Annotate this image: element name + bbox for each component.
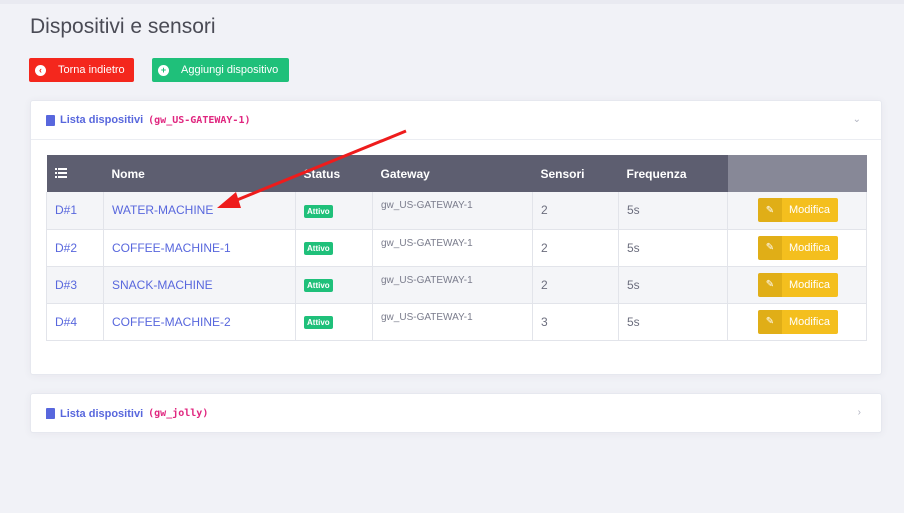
edit-button-label: Modifica — [782, 235, 838, 260]
card-gateway-code: (gw_jolly) — [148, 408, 209, 419]
card-title: Lista dispositivi — [60, 114, 144, 126]
add-device-button[interactable]: + Aggiungi dispositivo — [152, 58, 289, 82]
actions-cell: ✎ Modifica — [727, 303, 867, 341]
gateway-cell: gw_US-GATEWAY-1 — [372, 303, 533, 341]
card-title: Lista dispositivi — [60, 407, 144, 420]
status-cell: Attivo — [295, 192, 373, 230]
plus-icon: + — [158, 64, 169, 76]
chevron-down-icon[interactable]: ⌄ — [853, 114, 861, 125]
edit-button-label: Modifica — [782, 309, 838, 334]
device-list-card-gateway-jolly: Lista dispositivi (gw_jolly) › — [30, 393, 882, 433]
device-list-card-gateway-1: Lista dispositivi (gw_US-GATEWAY-1) ⌄ No… — [30, 100, 882, 375]
card-gateway-code: (gw_US-GATEWAY-1) — [148, 114, 251, 126]
frequency-cell: 5s — [618, 229, 728, 267]
edit-icon: ✎ — [758, 272, 782, 297]
table-row: D#2 COFFEE-MACHINE-1 Attivo gw_US-GATEWA… — [46, 229, 867, 267]
column-header-actions — [727, 155, 867, 192]
status-badge: Attivo — [304, 242, 333, 255]
card-header[interactable]: Lista dispositivi (gw_jolly) › — [31, 394, 881, 433]
gateway-cell: gw_US-GATEWAY-1 — [372, 266, 533, 304]
column-header-sensors[interactable]: Sensori — [532, 155, 619, 192]
status-badge: Attivo — [304, 316, 333, 329]
device-name[interactable]: COFFEE-MACHINE-1 — [103, 229, 296, 267]
gateway-cell: gw_US-GATEWAY-1 — [372, 229, 533, 267]
table-row: D#4 COFFEE-MACHINE-2 Attivo gw_US-GATEWA… — [46, 303, 867, 341]
card-header[interactable]: Lista dispositivi (gw_US-GATEWAY-1) ⌄ — [31, 101, 881, 140]
status-cell: Attivo — [295, 266, 373, 304]
list-icon — [46, 155, 104, 192]
gateway-cell: gw_US-GATEWAY-1 — [372, 192, 533, 230]
actions-cell: ✎ Modifica — [727, 192, 867, 230]
column-header-frequency[interactable]: Frequenza — [618, 155, 728, 192]
edit-button[interactable]: ✎ Modifica — [758, 198, 838, 223]
frequency-cell: 5s — [618, 266, 728, 304]
back-arrow-icon: ‹ — [35, 64, 46, 76]
device-id[interactable]: D#4 — [46, 303, 104, 341]
device-name[interactable]: SNACK-MACHINE — [103, 266, 296, 304]
device-id[interactable]: D#3 — [46, 266, 104, 304]
device-table: Nome Status Gateway Sensori Frequenza D#… — [46, 155, 867, 341]
status-badge: Attivo — [304, 204, 333, 218]
column-header-status[interactable]: Status — [295, 155, 373, 192]
chip-icon — [46, 114, 55, 126]
device-name[interactable]: WATER-MACHINE — [103, 192, 296, 230]
actions-cell: ✎ Modifica — [727, 229, 867, 267]
edit-button-label: Modifica — [782, 272, 838, 297]
page-title: Dispositivi e sensori — [30, 15, 216, 38]
status-badge: Attivo — [304, 279, 333, 292]
frequency-cell: 5s — [618, 303, 728, 341]
edit-icon: ✎ — [758, 198, 782, 223]
add-device-button-label: Aggiungi dispositivo — [181, 64, 279, 76]
sensors-cell: 3 — [532, 303, 619, 341]
edit-button-label: Modifica — [782, 198, 838, 223]
edit-icon: ✎ — [758, 309, 782, 334]
actions-cell: ✎ Modifica — [727, 266, 867, 304]
back-button[interactable]: ‹ Torna indietro — [29, 58, 134, 82]
column-header-gateway[interactable]: Gateway — [372, 155, 533, 192]
status-cell: Attivo — [295, 229, 373, 267]
device-id[interactable]: D#1 — [46, 192, 104, 230]
device-name[interactable]: COFFEE-MACHINE-2 — [103, 303, 296, 341]
chevron-right-icon[interactable]: › — [858, 407, 861, 418]
table-row: D#3 SNACK-MACHINE Attivo gw_US-GATEWAY-1… — [46, 266, 867, 304]
chip-icon — [46, 408, 55, 419]
edit-icon: ✎ — [758, 235, 782, 260]
status-cell: Attivo — [295, 303, 373, 341]
device-id[interactable]: D#2 — [46, 229, 104, 267]
sensors-cell: 2 — [532, 229, 619, 267]
sensors-cell: 2 — [532, 192, 619, 230]
edit-button[interactable]: ✎ Modifica — [758, 309, 838, 334]
sensors-cell: 2 — [532, 266, 619, 304]
edit-button[interactable]: ✎ Modifica — [758, 272, 838, 297]
edit-button[interactable]: ✎ Modifica — [758, 235, 838, 260]
frequency-cell: 5s — [618, 192, 728, 230]
back-button-label: Torna indietro — [58, 64, 125, 76]
table-row: D#1 WATER-MACHINE Attivo gw_US-GATEWAY-1… — [46, 192, 867, 230]
top-bar — [0, 0, 904, 4]
column-header-name[interactable]: Nome — [103, 155, 296, 192]
